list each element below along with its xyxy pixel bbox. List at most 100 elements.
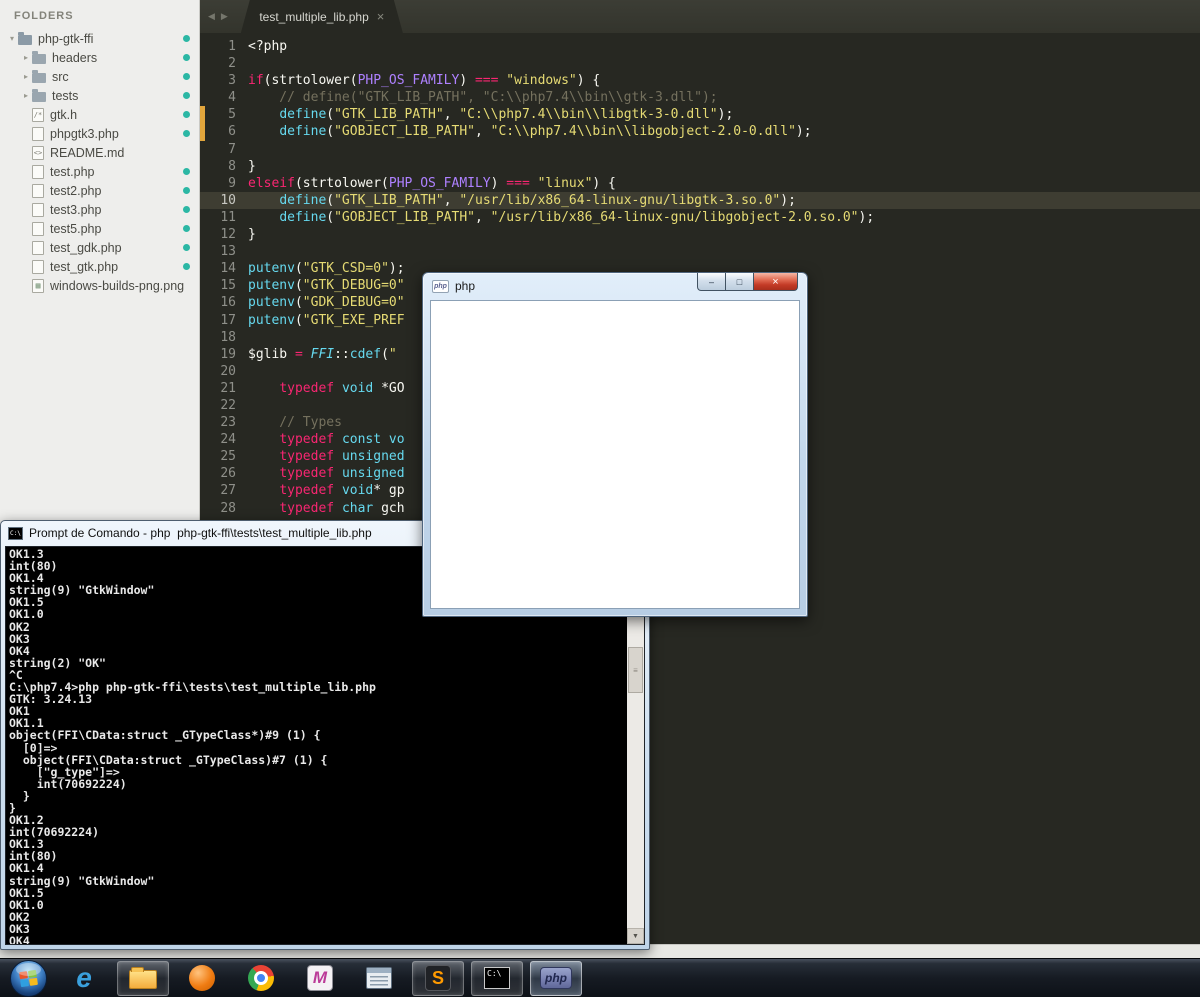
code-line-3[interactable]: 3 if(strtolower(PHP_OS_FAMILY) === "windo… [200, 72, 1200, 89]
sidebar-item-windows-builds-png.png[interactable]: ▦ windows-builds-png.png [0, 276, 199, 295]
code-line-9[interactable]: 9 elseif(strtolower(PHP_OS_FAMILY) === "l… [200, 175, 1200, 192]
status-dot-icon [183, 225, 190, 232]
file-icon: <> [32, 145, 44, 160]
chrome-icon [248, 965, 274, 991]
tab-scroll-left-icon[interactable]: ◀ [205, 11, 218, 22]
line-number: 17 [220, 312, 236, 328]
window-controls: – □ × [697, 273, 798, 291]
line-number: 26 [220, 466, 236, 482]
line-number: 3 [228, 73, 236, 89]
sidebar-item-tests[interactable]: ▸ tests [0, 86, 199, 105]
sidebar-tree: ▾ php-gtk-ffi ▸ headers ▸ src ▸ tests /* gtk.h php… [0, 29, 199, 295]
line-number: 2 [228, 56, 236, 72]
line-number: 24 [220, 432, 236, 448]
sidebar-item-phpgtk3.php[interactable]: phpgtk3.php [0, 124, 199, 143]
expand-arrow-icon[interactable]: ▸ [20, 53, 32, 62]
sidebar-item-gtk.h[interactable]: /* gtk.h [0, 105, 199, 124]
taskbar-text-editor[interactable] [353, 961, 405, 996]
status-dot-icon [183, 263, 190, 270]
sidebar-item-README.md[interactable]: <> README.md [0, 143, 199, 162]
line-number: 27 [220, 483, 236, 499]
item-label: src [52, 69, 69, 84]
sidebar-item-test_gdk.php[interactable]: test_gdk.php [0, 238, 199, 257]
tab-title: test_multiple_lib.php [259, 9, 369, 24]
line-number: 11 [220, 209, 236, 225]
code-line-8[interactable]: 8} [200, 158, 1200, 175]
code-line-6[interactable]: 6 define("GOBJECT_LIB_PATH", "C:\\php7.4… [200, 123, 1200, 140]
taskbar-cmd[interactable]: C:\ [471, 960, 523, 996]
taskbar-explorer[interactable] [117, 960, 169, 996]
line-number: 28 [220, 500, 236, 516]
media-player-icon [189, 965, 215, 991]
folder-icon [32, 88, 46, 102]
line-number: 18 [220, 329, 236, 345]
code-line-2[interactable]: 2 [200, 55, 1200, 72]
status-dot-icon [183, 168, 190, 175]
taskbar-php[interactable]: php [530, 960, 582, 996]
scroll-down-icon[interactable]: ▼ [627, 928, 644, 944]
item-label: test5.php [50, 221, 102, 236]
line-number: 4 [228, 90, 236, 106]
gtk-client-area [430, 300, 800, 609]
line-number: 1 [228, 39, 236, 54]
minimize-button[interactable]: – [697, 273, 726, 291]
scroll-thumb[interactable]: ≡ [628, 647, 643, 693]
sidebar-item-test.php[interactable]: test.php [0, 162, 199, 181]
sidebar-item-test3.php[interactable]: test3.php [0, 200, 199, 219]
taskbar-m-app[interactable]: M [294, 961, 346, 996]
line-number: 12 [220, 227, 236, 243]
line-number: 7 [228, 141, 236, 157]
status-dot-icon [183, 111, 190, 118]
code-line-7[interactable]: 7 [200, 141, 1200, 158]
taskbar-chrome[interactable] [235, 961, 287, 996]
taskbar-sublime[interactable]: S [412, 960, 464, 996]
sidebar-item-test5.php[interactable]: test5.php [0, 219, 199, 238]
line-number: 25 [220, 449, 236, 465]
sidebar-item-src[interactable]: ▸ src [0, 67, 199, 86]
status-dot-icon [183, 206, 190, 213]
sidebar-item-php-gtk-ffi[interactable]: ▾ php-gtk-ffi [0, 29, 199, 48]
code-text: if(strtolower(PHP_OS_FAMILY) === "window… [248, 73, 601, 89]
cmd-icon: C:\ [8, 526, 23, 540]
code-text: } [248, 158, 256, 174]
text-editor-icon [366, 967, 392, 989]
item-label: gtk.h [50, 107, 78, 122]
taskbar-internet-explorer[interactable]: e [58, 961, 110, 996]
file-icon [32, 183, 44, 198]
php-app-icon: php [432, 279, 449, 293]
maximize-button[interactable]: □ [726, 273, 753, 291]
item-label: README.md [50, 145, 125, 160]
code-line-13[interactable]: 13 [200, 243, 1200, 260]
line-number: 20 [220, 363, 236, 379]
item-label: headers [52, 50, 98, 65]
sidebar-item-headers[interactable]: ▸ headers [0, 48, 199, 67]
sidebar-item-test_gtk.php[interactable]: test_gtk.php [0, 257, 199, 276]
expand-arrow-icon[interactable]: ▸ [20, 91, 32, 100]
taskbar-media-player[interactable] [176, 961, 228, 996]
status-dot-icon [183, 54, 190, 61]
command-prompt-icon: C:\ [484, 967, 510, 989]
line-number: 9 [228, 175, 236, 191]
folder-open-icon [18, 31, 32, 45]
status-dot-icon [183, 130, 190, 137]
item-label: test.php [50, 164, 95, 179]
close-button[interactable]: × [753, 273, 798, 291]
line-number: 23 [220, 415, 236, 431]
start-button[interactable] [5, 959, 51, 997]
code-line-5[interactable]: 5 define("GTK_LIB_PATH", "C:\\php7.4\\bi… [200, 106, 1200, 123]
code-line-1[interactable]: 1 <?php [200, 38, 1200, 55]
sidebar-item-test2.php[interactable]: test2.php [0, 181, 199, 200]
line-number: 19 [220, 346, 236, 362]
line-number: 8 [228, 158, 236, 174]
code-line-4[interactable]: 4 // define("GTK_LIB_PATH", "C:\\php7.4\… [200, 89, 1200, 106]
tab-close-icon[interactable]: × [377, 9, 385, 24]
expand-arrow-icon[interactable]: ▾ [6, 34, 18, 43]
code-line-11[interactable]: 11 define("GOBJECT_LIB_PATH", "/usr/lib/… [200, 209, 1200, 226]
status-dot-icon [183, 244, 190, 251]
code-line-10[interactable]: 10 define("GTK_LIB_PATH", "/usr/lib/x86_… [200, 191, 1200, 209]
expand-arrow-icon[interactable]: ▸ [20, 72, 32, 81]
tab-test-multiple-lib[interactable]: test_multiple_lib.php × [240, 0, 403, 33]
code-line-12[interactable]: 12} [200, 226, 1200, 243]
tab-scroll-right-icon[interactable]: ▶ [218, 11, 231, 22]
